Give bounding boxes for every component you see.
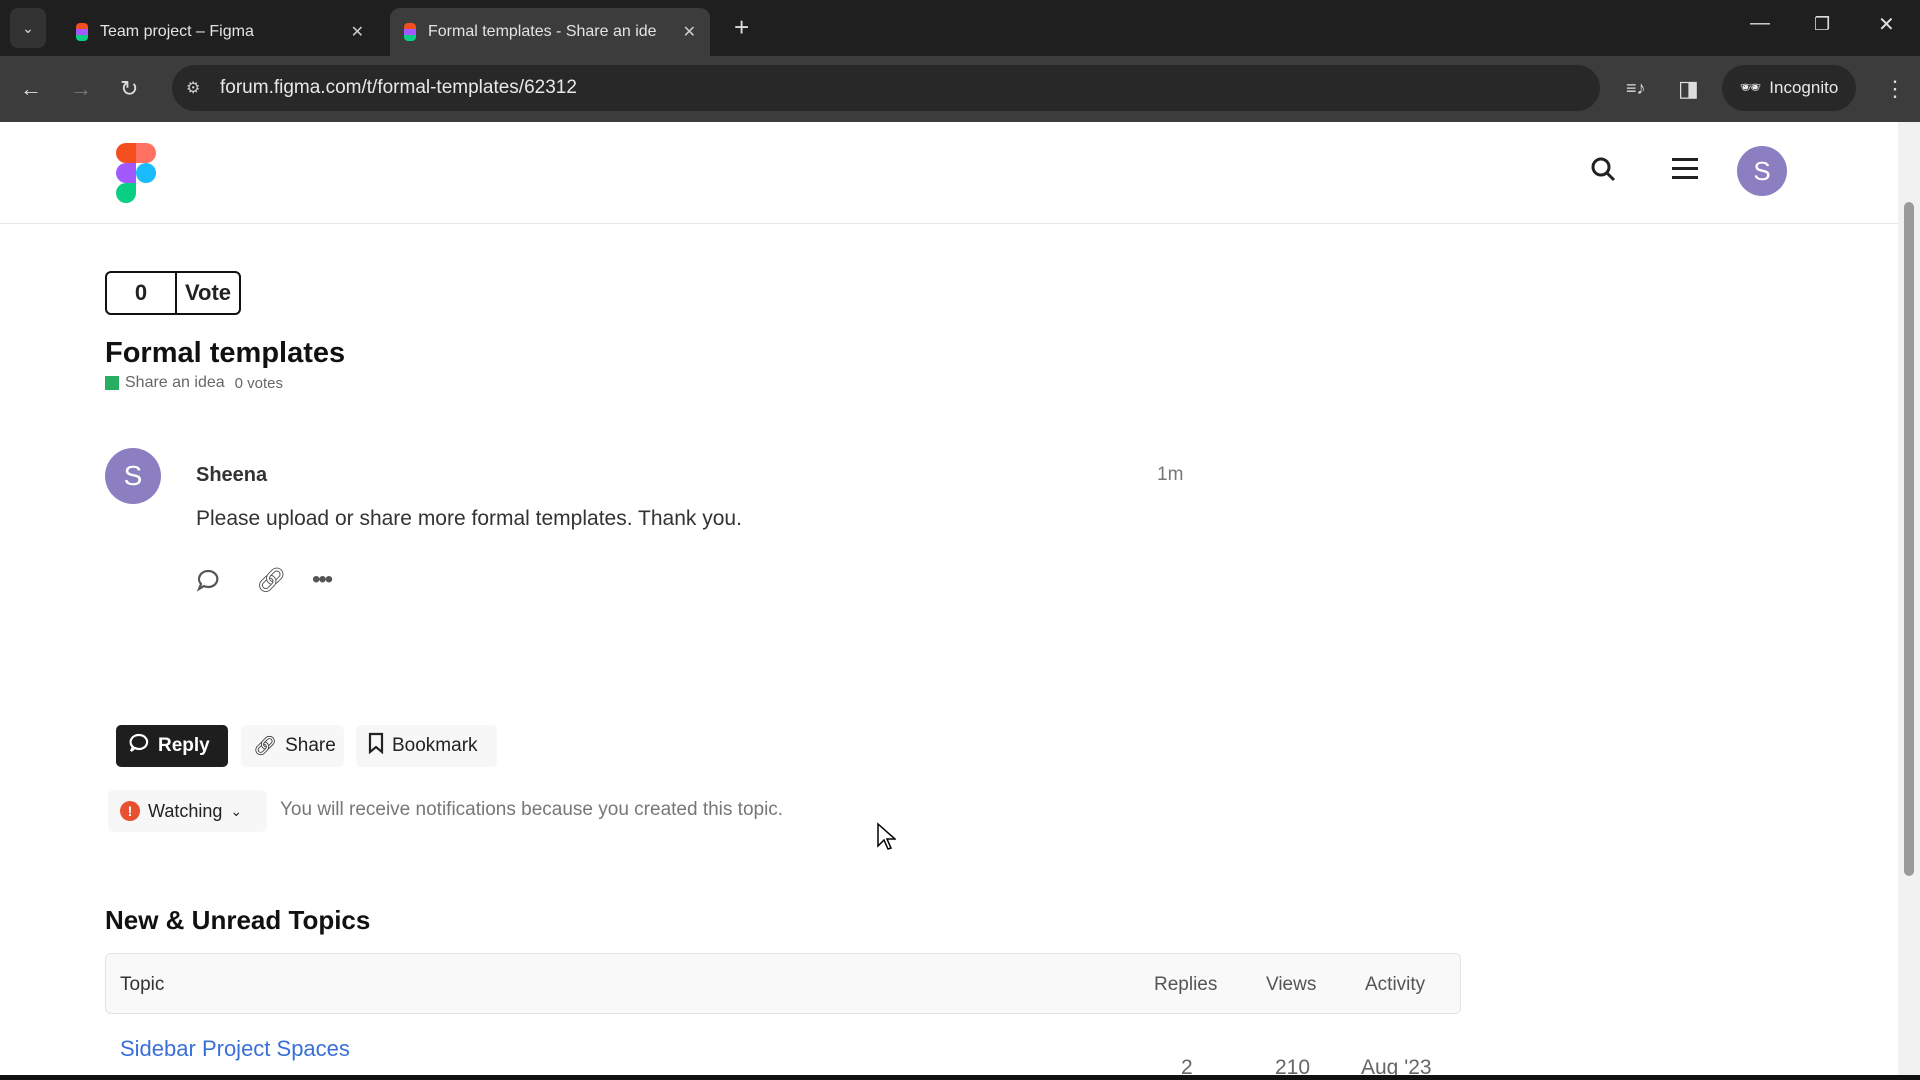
browser-menu-icon[interactable]: ⋮ bbox=[1884, 76, 1906, 102]
share-label: Share bbox=[285, 735, 336, 756]
link-icon: 🔗︎ bbox=[253, 736, 278, 757]
post-author-name[interactable]: Sheena bbox=[196, 464, 267, 487]
vote-widget: 0 Vote bbox=[105, 271, 241, 315]
mouse-cursor-icon bbox=[876, 822, 897, 857]
category-badge-icon bbox=[105, 376, 119, 390]
vote-count: 0 bbox=[107, 273, 177, 313]
topic-row: Sidebar Project Spaces 2 210 Aug '23 bbox=[105, 1030, 1461, 1080]
topics-table-header: Topic Replies Views Activity bbox=[105, 953, 1461, 1014]
vote-count-text: 0 votes bbox=[234, 374, 284, 392]
tab-title: Team project – Figma bbox=[100, 23, 254, 40]
page-scrollbar[interactable] bbox=[1898, 122, 1920, 1075]
reply-icon[interactable] bbox=[196, 568, 220, 598]
copy-link-icon[interactable]: 🔗︎ bbox=[256, 566, 286, 595]
topic-title[interactable]: Formal templates bbox=[105, 337, 345, 370]
reload-icon[interactable]: ↻ bbox=[120, 76, 138, 102]
bookmark-label: Bookmark bbox=[392, 735, 478, 756]
incognito-label: Incognito bbox=[1769, 78, 1839, 97]
suggested-topics-heading: New & Unread Topics bbox=[105, 905, 371, 935]
tab-team-project[interactable]: Team project – Figma ✕ bbox=[62, 8, 378, 56]
forward-icon[interactable]: → bbox=[70, 76, 92, 102]
bookmark-icon bbox=[368, 732, 384, 760]
notification-reason: You will receive notifications because y… bbox=[280, 799, 784, 820]
figma-logo[interactable] bbox=[116, 143, 158, 203]
site-header: S bbox=[0, 122, 1898, 224]
bookmark-button[interactable]: Bookmark bbox=[356, 725, 497, 767]
user-avatar[interactable]: S bbox=[1737, 146, 1787, 196]
site-info-icon[interactable]: ⚙ bbox=[186, 78, 200, 98]
notification-level-dropdown[interactable]: ! Watching ⌄ bbox=[108, 790, 267, 832]
post-author-avatar[interactable]: S bbox=[105, 448, 161, 504]
minimize-button[interactable]: — bbox=[1750, 12, 1770, 35]
back-icon[interactable]: ← bbox=[20, 76, 42, 102]
watching-alert-icon: ! bbox=[120, 801, 140, 821]
tab-search-button[interactable]: ⌄ bbox=[10, 8, 46, 48]
chevron-down-icon: ⌄ bbox=[230, 802, 243, 819]
browser-tab-bar: ⌄ Team project – Figma ✕ Formal templates… bbox=[0, 0, 1920, 56]
close-tab-icon[interactable]: ✕ bbox=[351, 22, 364, 42]
column-activity[interactable]: Activity bbox=[1365, 974, 1425, 996]
column-replies[interactable]: Replies bbox=[1154, 974, 1217, 996]
url-text: forum.figma.com/t/formal-templates/62312 bbox=[220, 77, 577, 98]
more-actions-icon[interactable]: ••• bbox=[312, 566, 333, 594]
media-icon[interactable]: ≡♪ bbox=[1626, 78, 1646, 99]
close-window-button[interactable]: ✕ bbox=[1878, 12, 1895, 37]
address-bar[interactable]: ⚙ forum.figma.com/t/formal-templates/6231… bbox=[172, 65, 1600, 111]
column-topic[interactable]: Topic bbox=[120, 974, 164, 996]
incognito-icon: 🕶 bbox=[1739, 78, 1762, 97]
hamburger-menu-icon[interactable] bbox=[1672, 158, 1698, 180]
topic-link[interactable]: Sidebar Project Spaces bbox=[120, 1036, 350, 1062]
side-panel-icon[interactable]: ◨ bbox=[1678, 76, 1699, 102]
share-button[interactable]: 🔗︎ Share bbox=[241, 725, 344, 767]
incognito-indicator[interactable]: 🕶 Incognito bbox=[1722, 65, 1856, 111]
restore-button[interactable]: ❐ bbox=[1814, 14, 1830, 35]
reply-label: Reply bbox=[158, 735, 210, 756]
post-time[interactable]: 1m bbox=[1157, 464, 1183, 486]
reply-icon bbox=[128, 732, 150, 760]
search-icon[interactable] bbox=[1590, 156, 1616, 182]
column-views[interactable]: Views bbox=[1266, 974, 1316, 996]
bottom-edge bbox=[0, 1075, 1920, 1080]
tab-formal-templates[interactable]: Formal templates - Share an ide ✕ bbox=[390, 8, 710, 56]
close-tab-icon[interactable]: ✕ bbox=[683, 22, 696, 42]
reply-button[interactable]: Reply bbox=[116, 725, 228, 767]
tab-title: Formal templates - Share an ide bbox=[428, 23, 657, 40]
figma-favicon-icon bbox=[76, 23, 88, 41]
category-link[interactable]: Share an idea bbox=[125, 374, 225, 392]
vote-button[interactable]: Vote bbox=[177, 273, 239, 313]
topic-meta: Share an idea 0 votes bbox=[105, 374, 283, 392]
scrollbar-thumb[interactable] bbox=[1904, 202, 1914, 876]
watching-label: Watching bbox=[148, 800, 223, 821]
post-body: Please upload or share more formal templ… bbox=[196, 507, 742, 530]
figma-favicon-icon bbox=[404, 23, 416, 41]
new-tab-button[interactable]: + bbox=[734, 12, 749, 43]
